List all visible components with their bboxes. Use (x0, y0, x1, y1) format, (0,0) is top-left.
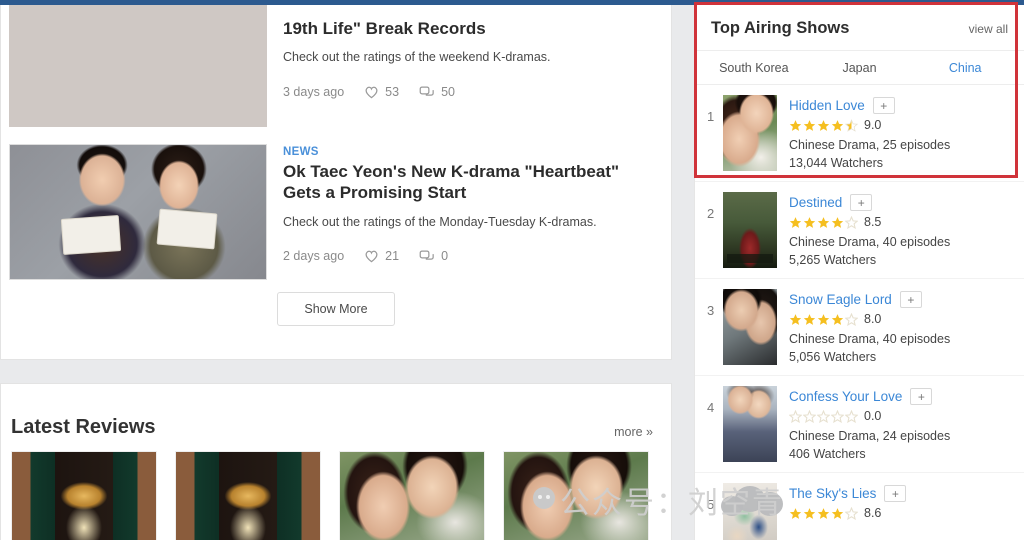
show-watchers-1: 13,044 Watchers (789, 156, 884, 171)
article-2-timestamp: 2 days ago (283, 249, 345, 264)
show-row-2[interactable]: 2 Destined + 8.5 Chinese Drama, 40 episo… (695, 182, 1024, 279)
show-title-3[interactable]: Snow Eagle Lord (789, 292, 892, 307)
show-row-4[interactable]: 4 Confess Your Love + 0.0 Chinese Drama,… (695, 376, 1024, 473)
latest-reviews-more-link[interactable]: more » (614, 425, 653, 439)
article-1-title[interactable]: 19th Life" Break Records (283, 18, 653, 39)
tab-japan[interactable]: Japan (807, 53, 913, 83)
page-root: 19th Life" Break Records Check out the r… (0, 0, 1024, 540)
article-2-like-count: 21 (385, 249, 400, 264)
view-all-link[interactable]: view all (969, 22, 1008, 36)
show-title-1[interactable]: Hidden Love (789, 98, 865, 113)
main-content-column: 19th Life" Break Records Check out the r… (0, 5, 672, 540)
comment-icon (419, 249, 435, 263)
show-info-1: Hidden Love + 9.0 Chinese Drama, 25 epis… (789, 95, 1014, 170)
latest-reviews-grid (1, 451, 671, 540)
show-details-4: Chinese Drama, 24 episodes (789, 429, 951, 443)
article-1-timestamp: 3 days ago (283, 84, 345, 99)
review-thumbnail-4[interactable] (503, 451, 649, 540)
show-rank-1: 1 (707, 109, 715, 124)
show-details-3: Chinese Drama, 40 episodes (789, 332, 951, 346)
show-poster-1[interactable] (723, 95, 777, 171)
article-thumbnail-1[interactable] (9, 5, 267, 127)
show-rank-2: 2 (707, 206, 715, 221)
show-title-4[interactable]: Confess Your Love (789, 389, 902, 404)
show-more-button[interactable]: Show More (277, 292, 395, 326)
show-row-1[interactable]: 1 Hidden Love + 9.0 Chinese Drama, 25 ep… (695, 85, 1024, 182)
comment-icon (419, 85, 435, 99)
watermark-avatar-icon (533, 487, 555, 509)
tab-china[interactable]: China (912, 53, 1018, 83)
article-1-comments[interactable]: 50 (419, 85, 455, 99)
article-2-description: Check out the ratings of the Monday-Tues… (283, 214, 597, 229)
top-airing-shows-sidebar: Top Airing Shows view all South Korea Ja… (694, 5, 1024, 540)
country-tabs: South Korea Japan China (695, 51, 1024, 85)
article-2-likes[interactable]: 21 (364, 249, 399, 263)
show-details-1: Chinese Drama, 25 episodes (789, 138, 951, 152)
review-thumbnail-3[interactable] (339, 451, 485, 540)
show-rank-4: 4 (707, 400, 715, 415)
show-watchers-3: 5,056 Watchers (789, 350, 877, 365)
star-rating-3 (789, 312, 858, 326)
news-article-1[interactable]: 19th Life" Break Records Check out the r… (1, 5, 671, 138)
show-watchers-2: 5,265 Watchers (789, 253, 877, 268)
article-1-body: 19th Life" Break Records Check out the r… (267, 5, 671, 138)
show-info-4: Confess Your Love + 0.0 Chinese Drama, 2… (789, 386, 1014, 461)
add-to-list-button-3[interactable]: + (899, 291, 922, 308)
show-details-2: Chinese Drama, 40 episodes (789, 235, 951, 249)
show-poster-3[interactable] (723, 289, 777, 365)
article-1-description: Check out the ratings of the weekend K-d… (283, 50, 551, 65)
star-rating-2 (789, 215, 858, 229)
article-2-meta: 2 days ago 21 0 (283, 249, 653, 263)
add-to-list-button-1[interactable]: + (872, 97, 895, 114)
article-2-kicker[interactable]: NEWS (283, 146, 653, 158)
star-rating-4 (789, 409, 858, 423)
article-1-comment-count: 50 (441, 84, 455, 99)
show-watchers-4: 406 Watchers (789, 447, 866, 462)
add-to-list-button-2[interactable]: + (850, 194, 873, 211)
show-title-2[interactable]: Destined (789, 195, 842, 210)
article-2-body: NEWS Ok Taec Yeon's New K-drama "Heartbe… (267, 138, 671, 280)
show-score-1: 9.0 (864, 118, 882, 132)
add-to-list-button-4[interactable]: + (910, 388, 933, 405)
article-2-title[interactable]: Ok Taec Yeon's New K-drama "Heartbeat" G… (283, 161, 653, 204)
star-rating-5 (789, 506, 858, 520)
show-info-3: Snow Eagle Lord + 8.0 Chinese Drama, 40 … (789, 289, 1014, 364)
news-card: 19th Life" Break Records Check out the r… (0, 5, 672, 360)
latest-reviews-header: Latest Reviews more » (1, 384, 671, 451)
show-more-container: Show More (1, 280, 671, 342)
review-thumbnail-1[interactable] (11, 451, 157, 540)
show-info-2: Destined + 8.5 Chinese Drama, 40 episode… (789, 192, 1014, 267)
show-score-5: 8.6 (864, 506, 882, 520)
tab-south-korea[interactable]: South Korea (701, 53, 807, 83)
article-1-likes[interactable]: 53 (364, 85, 399, 99)
add-to-list-button-5[interactable]: + (884, 485, 907, 502)
show-rank-3: 3 (707, 303, 715, 318)
review-thumbnail-2[interactable] (175, 451, 321, 540)
article-thumbnail-2[interactable] (9, 144, 267, 280)
show-score-4: 0.0 (864, 409, 882, 423)
latest-reviews-card: Latest Reviews more » (0, 383, 672, 540)
show-title-5[interactable]: The Sky's Lies (789, 486, 876, 501)
article-2-comment-count: 0 (441, 249, 449, 264)
show-score-2: 8.5 (864, 215, 882, 229)
show-poster-4[interactable] (723, 386, 777, 462)
star-rating-1 (789, 118, 858, 132)
shows-list: 1 Hidden Love + 9.0 Chinese Drama, 25 ep… (695, 85, 1024, 540)
show-row-3[interactable]: 3 Snow Eagle Lord + 8.0 Chinese Drama, 4… (695, 279, 1024, 376)
heart-icon (364, 249, 379, 263)
sidebar-header: Top Airing Shows view all (695, 5, 1024, 51)
show-score-3: 8.0 (864, 312, 882, 326)
article-1-like-count: 53 (385, 84, 400, 99)
sidebar-title: Top Airing Shows (711, 19, 850, 37)
article-2-comments[interactable]: 0 (419, 249, 448, 263)
article-1-meta: 3 days ago 53 50 (283, 85, 653, 99)
heart-icon (364, 85, 379, 99)
show-poster-2[interactable] (723, 192, 777, 268)
show-info-5: The Sky's Lies + 8.6 (789, 483, 1014, 520)
latest-reviews-title: Latest Reviews (11, 416, 156, 438)
news-article-2[interactable]: NEWS Ok Taec Yeon's New K-drama "Heartbe… (1, 138, 671, 280)
